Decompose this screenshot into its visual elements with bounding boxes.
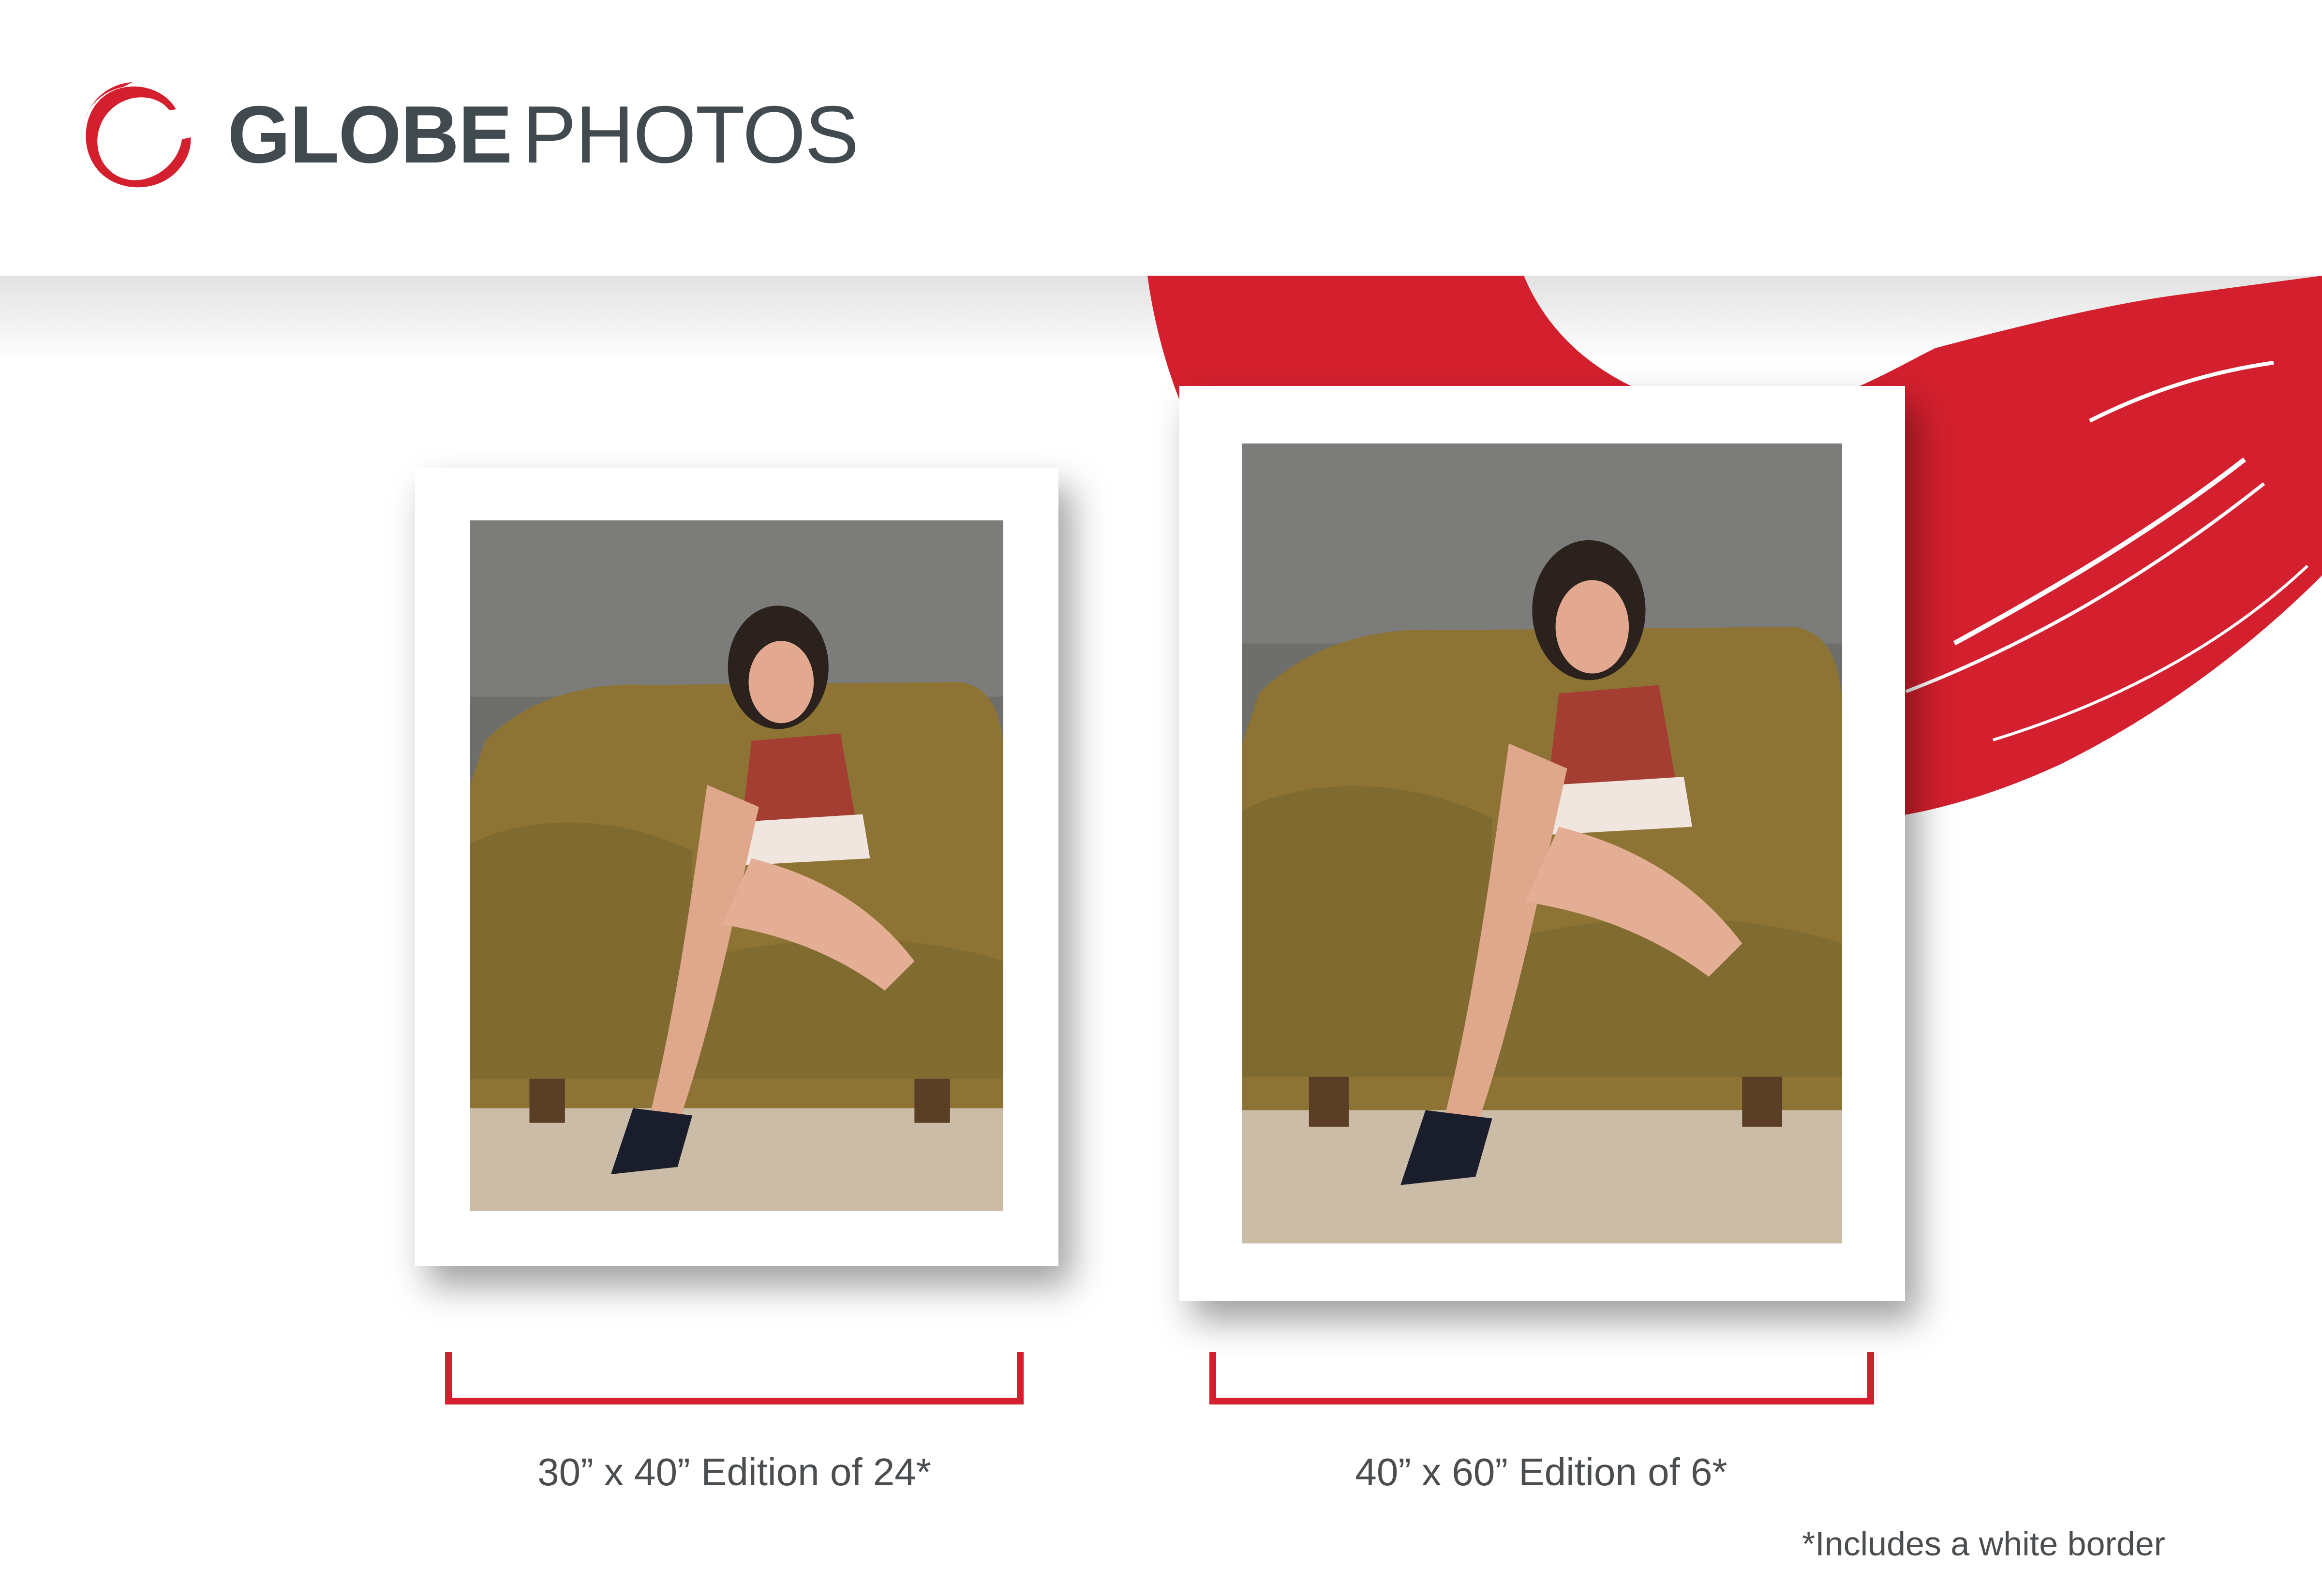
photo-image <box>1242 443 1842 1243</box>
size-bracket-large <box>1209 1352 1874 1404</box>
header-bar: GLOBE PHOTOS <box>0 0 2322 276</box>
photo-image <box>470 520 1003 1211</box>
red-brush-ring-icon <box>85 82 191 188</box>
brand-name-bold: GLOBE <box>227 89 512 180</box>
brand-name-light: PHOTOS <box>522 89 859 180</box>
size-bracket-small <box>445 1352 1024 1404</box>
edition-label-large: 40” x 60” Edition of 6* <box>1355 1450 1727 1493</box>
photo-large[interactable] <box>1242 443 1842 1243</box>
photo-small[interactable] <box>470 520 1003 1211</box>
footnote: *Includes a white border <box>1802 1525 2165 1563</box>
brand-wordmark[interactable]: GLOBE PHOTOS <box>227 86 859 183</box>
edition-label-small: 30” x 40” Edition of 24* <box>537 1450 931 1493</box>
